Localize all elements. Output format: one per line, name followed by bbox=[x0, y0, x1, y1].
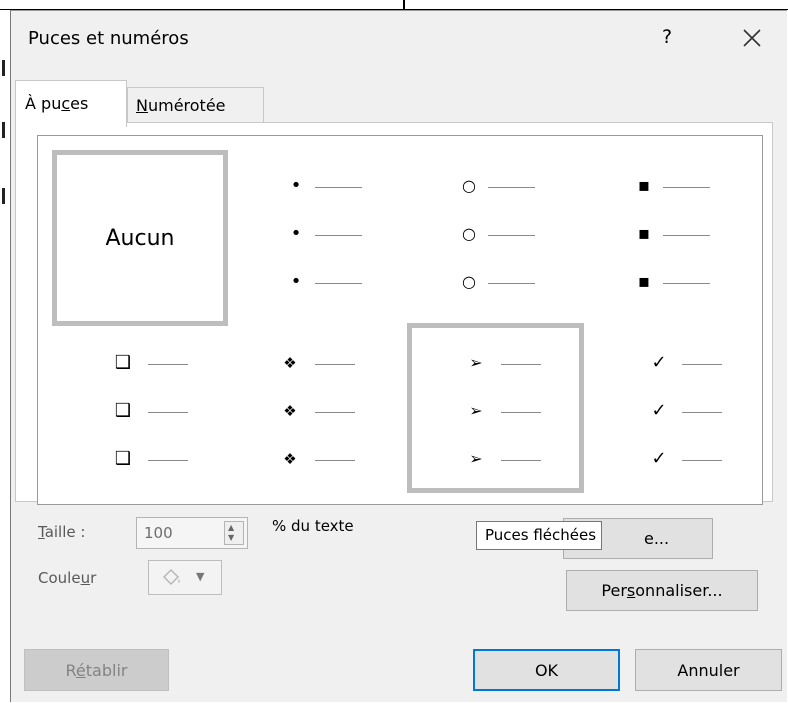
size-spinner[interactable]: 100 ▲ ▼ bbox=[136, 517, 248, 549]
bullet-symbol: ❑ bbox=[114, 448, 132, 469]
bullet-library: Aucun • • • ○ ○ ○ ▪ ▪ ▪ ❑ ❑ ❑ ❖ ❖ ❖ ➢ ➢ … bbox=[37, 135, 763, 505]
chevron-down-icon: ▼ bbox=[196, 570, 205, 583]
bullet-symbol: ✓ bbox=[651, 352, 667, 373]
document-mark bbox=[2, 188, 5, 204]
bullet-option-filled-square[interactable]: ▪ ▪ ▪ bbox=[578, 150, 754, 326]
bullet-symbol: ▪ bbox=[637, 271, 651, 292]
bullet-symbol: ○ bbox=[462, 272, 476, 291]
bullet-line bbox=[148, 364, 188, 365]
tab-label: Numérotée bbox=[136, 96, 226, 115]
bullet-line bbox=[488, 283, 535, 284]
size-value: 100 bbox=[144, 524, 173, 542]
bullet-symbol: ➢ bbox=[469, 401, 483, 420]
bullet-option-small-dot[interactable]: • • • bbox=[235, 150, 411, 326]
bullet-line bbox=[488, 235, 535, 236]
bullet-line bbox=[315, 364, 355, 365]
bullet-line bbox=[315, 283, 362, 284]
ok-button[interactable]: OK bbox=[473, 649, 620, 691]
spinner-arrows[interactable]: ▲ ▼ bbox=[224, 521, 244, 545]
bullet-line bbox=[501, 460, 541, 461]
bullet-line bbox=[501, 412, 541, 413]
bullet-symbol: ✓ bbox=[651, 400, 667, 421]
tab-label: À puces bbox=[25, 94, 89, 113]
close-button[interactable] bbox=[737, 23, 767, 53]
bullet-symbol: ❑ bbox=[114, 352, 132, 373]
bullet-line bbox=[315, 460, 355, 461]
help-button[interactable]: ? bbox=[657, 26, 677, 48]
paint-bucket-icon bbox=[163, 569, 180, 585]
bullet-line bbox=[663, 187, 710, 188]
spin-up-icon[interactable]: ▲ bbox=[228, 523, 234, 532]
bullet-line bbox=[501, 364, 541, 365]
bullet-symbol: ✓ bbox=[651, 448, 667, 469]
bullet-symbol: ❖ bbox=[283, 402, 297, 420]
cancel-button[interactable]: Annuler bbox=[635, 649, 782, 691]
bullet-option-checkmark[interactable]: ✓ ✓ ✓ bbox=[578, 333, 754, 495]
bullet-line bbox=[315, 187, 362, 188]
bullet-option-four-diamond[interactable]: ❖ ❖ ❖ bbox=[235, 333, 411, 495]
bullet-line bbox=[682, 412, 722, 413]
customize-button[interactable]: Personnaliser... bbox=[566, 570, 758, 611]
bullet-option-hollow-square[interactable]: ❑ ❑ ❑ bbox=[52, 333, 228, 495]
bullet-option-arrow[interactable]: ➢ ➢ ➢ bbox=[407, 323, 584, 493]
bullet-line bbox=[488, 187, 535, 188]
dialog-title: Puces et numéros bbox=[28, 28, 189, 49]
bullet-line bbox=[315, 412, 355, 413]
bullet-symbol: • bbox=[290, 175, 302, 196]
bullet-line bbox=[682, 364, 722, 365]
color-picker-button[interactable]: ▼ bbox=[148, 560, 222, 595]
bullet-symbol: • bbox=[290, 223, 302, 244]
bullet-line bbox=[663, 235, 710, 236]
size-label: Taille : bbox=[38, 523, 86, 541]
size-unit: % du texte bbox=[272, 517, 354, 535]
document-mark bbox=[2, 122, 5, 138]
bullet-line bbox=[682, 460, 722, 461]
bullet-symbol: ▪ bbox=[637, 175, 651, 196]
reset-button[interactable]: Rétablir bbox=[24, 649, 169, 691]
bullet-option-hollow-circle[interactable]: ○ ○ ○ bbox=[408, 150, 584, 326]
tab-bullets[interactable]: À puces bbox=[15, 80, 127, 127]
document-mark bbox=[2, 60, 5, 76]
bullet-symbol: ➢ bbox=[469, 449, 483, 468]
tab-numbered[interactable]: Numérotée bbox=[127, 87, 264, 122]
bullet-symbol: ○ bbox=[462, 176, 476, 195]
bullet-symbol: ❖ bbox=[283, 354, 297, 372]
none-label: Aucun bbox=[105, 225, 175, 251]
bullet-symbol: • bbox=[290, 271, 302, 292]
spin-down-icon[interactable]: ▼ bbox=[228, 533, 234, 542]
document-left-edge bbox=[0, 10, 10, 703]
bullet-line bbox=[148, 412, 188, 413]
bullet-option-none[interactable]: Aucun bbox=[52, 150, 228, 326]
bullet-symbol: ➢ bbox=[469, 353, 483, 372]
bullet-line bbox=[315, 235, 362, 236]
bullet-symbol: ❖ bbox=[283, 450, 297, 468]
color-label: Couleur bbox=[38, 569, 97, 587]
bullet-line bbox=[148, 460, 188, 461]
close-icon bbox=[743, 29, 761, 47]
table-divider bbox=[403, 0, 405, 9]
tooltip: Puces fléchées bbox=[476, 521, 603, 550]
document-table-edge bbox=[0, 0, 788, 10]
bullet-line bbox=[663, 283, 710, 284]
bullet-symbol: ▪ bbox=[637, 223, 651, 244]
bullet-symbol: ❑ bbox=[114, 400, 132, 421]
bullet-symbol: ○ bbox=[462, 224, 476, 243]
